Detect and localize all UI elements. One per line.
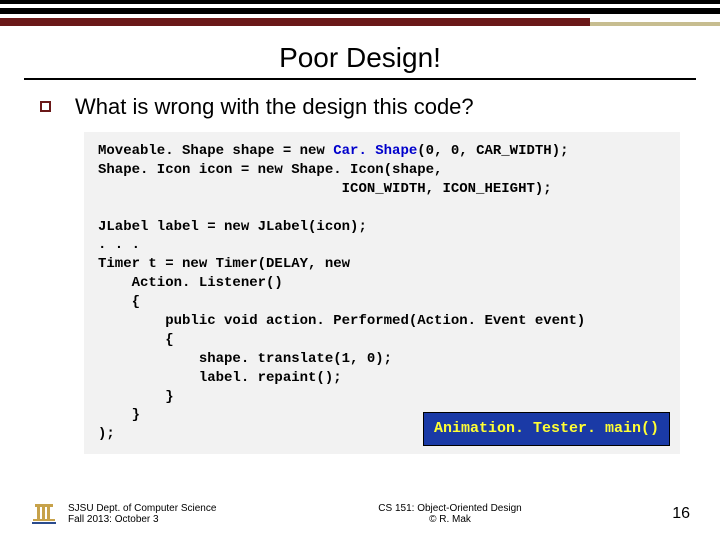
title-underline <box>24 78 696 80</box>
bullet-text: What is wrong with the design this code? <box>75 94 474 120</box>
bullet-item: What is wrong with the design this code? <box>40 94 680 120</box>
code-line: public void action. Performed(Action. Ev… <box>98 313 585 329</box>
footer-left: SJSU Dept. of Computer Science Fall 2013… <box>0 500 260 528</box>
university-logo-icon <box>30 500 58 528</box>
code-line: } <box>98 389 174 405</box>
top-decorative-bars <box>0 0 720 30</box>
square-bullet-icon <box>40 101 51 112</box>
code-line: label. repaint(); <box>98 370 342 386</box>
badge-label: Animation. Tester. main() <box>423 412 670 446</box>
code-line: Moveable. Shape shape = new <box>98 143 333 159</box>
code-line: } <box>98 407 140 423</box>
slide-title: Poor Design! <box>0 42 720 74</box>
content-area: What is wrong with the design this code?… <box>0 94 720 454</box>
code-block: Moveable. Shape shape = new Car. Shape(0… <box>84 132 680 454</box>
footer-left-text: SJSU Dept. of Computer Science Fall 2013… <box>68 503 216 525</box>
code-line: Shape. Icon icon = new Shape. Icon(shape… <box>98 162 442 178</box>
author-line: © R. Mak <box>260 514 640 525</box>
code-line: (0, 0, CAR_WIDTH); <box>417 143 568 159</box>
date-line: Fall 2013: October 3 <box>68 514 216 525</box>
code-line: Action. Listener() <box>98 275 283 291</box>
code-line: ICON_WIDTH, ICON_HEIGHT); <box>98 181 552 197</box>
page-number: 16 <box>640 505 720 523</box>
code-line: { <box>98 332 174 348</box>
code-line: Timer t = new Timer(DELAY, new <box>98 256 350 272</box>
code-line: . . . <box>98 237 140 253</box>
code-line: { <box>98 294 140 310</box>
code-line: JLabel label = new JLabel(icon); <box>98 219 367 235</box>
footer: SJSU Dept. of Computer Science Fall 2013… <box>0 500 720 528</box>
code-highlight: Car. Shape <box>333 143 417 159</box>
dept-line: SJSU Dept. of Computer Science <box>68 503 216 514</box>
code-line: ); <box>98 426 115 442</box>
code-line: shape. translate(1, 0); <box>98 351 392 367</box>
footer-center: CS 151: Object-Oriented Design © R. Mak <box>260 503 640 525</box>
course-line: CS 151: Object-Oriented Design <box>260 503 640 514</box>
